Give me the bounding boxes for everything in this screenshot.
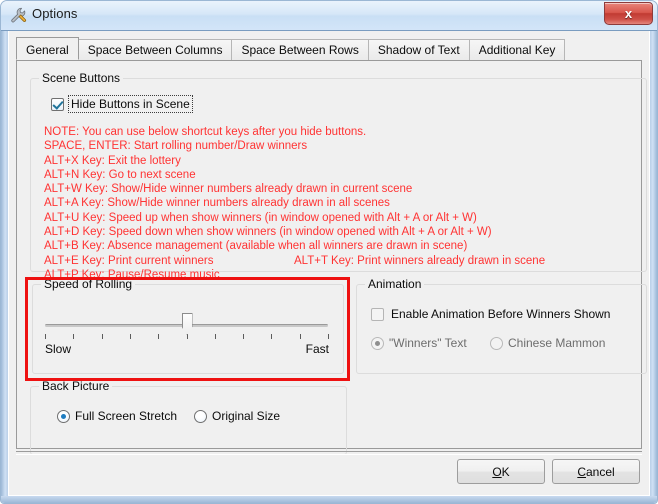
back-picture-original-size-label: Original Size xyxy=(212,409,281,423)
shortcut-line: ALT+X Key: Exit the lottery xyxy=(44,154,640,168)
ok-rest: K xyxy=(501,464,510,479)
ok-accel: O xyxy=(492,464,502,479)
cancel-accel: C xyxy=(577,464,586,479)
tab-shadow-of-text[interactable]: Shadow of Text xyxy=(367,39,470,60)
slider-min-label: Slow xyxy=(45,342,72,356)
shortcut-line-text: ALT+E Key: Print current winners xyxy=(44,254,214,267)
animation-option-winners-text-row[interactable]: "Winners" Text xyxy=(371,336,467,350)
cancel-button-label: Cancel xyxy=(577,465,614,479)
cancel-button[interactable]: Cancel xyxy=(552,459,640,484)
shortcut-line-secondary: ALT+T Key: Print winners already drawn i… xyxy=(294,254,546,267)
group-speed-of-rolling: Speed of Rolling Slow Fast xyxy=(32,277,344,374)
hide-buttons-in-scene-checkbox-row[interactable]: Hide Buttons in Scene xyxy=(51,95,193,113)
tab-panel-general: Scene Buttons Hide Buttons in Scene NOTE… xyxy=(16,60,647,455)
slider-thumb[interactable] xyxy=(181,313,193,335)
enable-animation-label: Enable Animation Before Winners Shown xyxy=(391,307,611,321)
slider-tick xyxy=(101,334,103,339)
slider-tick xyxy=(73,334,75,339)
tab-label: General xyxy=(26,43,69,57)
group-scene-buttons: Scene Buttons Hide Buttons in Scene NOTE… xyxy=(30,71,647,281)
window-frame-bottom xyxy=(1,496,657,503)
back-picture-full-screen-stretch-radio[interactable] xyxy=(57,409,70,423)
group-back-picture: Back Picture Full Screen Stretch Origina… xyxy=(30,379,347,455)
close-button[interactable]: x xyxy=(604,2,653,25)
animation-option-winners-text-radio[interactable] xyxy=(371,336,384,350)
shortcut-line: ALT+B Key: Absence management (available… xyxy=(44,239,640,253)
slider-tick xyxy=(299,334,301,339)
group-back-picture-title: Back Picture xyxy=(39,379,113,393)
shortcut-line-text: ALT+W Key: Show/Hide winner numbers alre… xyxy=(44,183,413,196)
animation-option-winners-text-label: "Winners" Text xyxy=(389,336,467,350)
shortcut-line-text: NOTE: You can use below shortcut keys af… xyxy=(44,126,367,138)
cancel-rest: ancel xyxy=(585,464,615,479)
tab-space-between-columns[interactable]: Space Between Columns xyxy=(77,39,233,60)
back-picture-original-size-row[interactable]: Original Size xyxy=(194,409,280,423)
slider-tick xyxy=(129,334,131,339)
window-frame-left xyxy=(1,30,8,503)
wrench-icon xyxy=(10,7,27,24)
animation-option-chinese-mammon-row[interactable]: Chinese Mammon xyxy=(490,336,605,350)
group-speed-of-rolling-title: Speed of Rolling xyxy=(41,277,136,291)
tab-additional-key[interactable]: Additional Key xyxy=(468,39,566,60)
tab-general[interactable]: General xyxy=(16,37,79,60)
animation-option-chinese-mammon-label: Chinese Mammon xyxy=(508,336,606,350)
shortcut-line: NOTE: You can use below shortcut keys af… xyxy=(44,125,640,139)
back-picture-original-size-radio[interactable] xyxy=(194,409,207,423)
slider-range-labels: Slow Fast xyxy=(45,342,329,356)
dialog-client-area: General Space Between Columns Space Betwee… xyxy=(8,31,650,496)
options-dialog-window: Options x General Space Between Columns Sp… xyxy=(0,0,658,504)
shortcut-line: ALT+U Key: Speed up when show winners (i… xyxy=(44,211,640,225)
slider-tick xyxy=(243,334,245,339)
tab-label: Additional Key xyxy=(478,43,556,57)
back-picture-full-screen-stretch-row[interactable]: Full Screen Stretch xyxy=(57,409,177,423)
group-animation: Animation Enable Animation Before Winner… xyxy=(356,277,647,374)
group-scene-buttons-title: Scene Buttons xyxy=(39,71,124,85)
tab-space-between-rows[interactable]: Space Between Rows xyxy=(231,39,369,60)
close-icon: x xyxy=(624,6,633,21)
footer-separator xyxy=(16,451,642,455)
tab-label: Shadow of Text xyxy=(377,43,460,57)
slider-tick xyxy=(158,334,160,339)
title-bar[interactable]: Options x xyxy=(1,1,657,31)
hide-buttons-in-scene-label: Hide Buttons in Scene xyxy=(68,95,193,113)
shortcut-line-text: ALT+A Key: Show/Hide winner numbers alre… xyxy=(44,197,390,210)
slider-tick-marks xyxy=(45,334,329,341)
slider-tick xyxy=(328,334,329,339)
slider-max-label: Fast xyxy=(305,342,329,356)
shortcut-line: ALT+W Key: Show/Hide winner numbers alre… xyxy=(44,182,640,196)
shortcut-line-text: ALT+D Key: Speed down when show winners … xyxy=(44,226,492,239)
animation-option-chinese-mammon-radio[interactable] xyxy=(490,336,503,350)
slider-tick xyxy=(271,334,273,339)
group-animation-title: Animation xyxy=(365,277,425,291)
ok-button-label: OK xyxy=(492,465,509,479)
tab-label: Space Between Columns xyxy=(87,43,223,57)
ok-button[interactable]: OK xyxy=(457,459,545,484)
back-picture-full-screen-stretch-label: Full Screen Stretch xyxy=(75,409,178,423)
shortcut-line-text: ALT+U Key: Speed up when show winners (i… xyxy=(44,211,477,224)
shortcut-line-text: SPACE, ENTER: Start rolling number/Draw … xyxy=(44,140,308,153)
window-title: Options xyxy=(32,6,78,21)
shortcut-line: ALT+N Key: Go to next scene xyxy=(44,168,640,182)
slider-tick xyxy=(214,334,216,339)
tab-label: Space Between Rows xyxy=(241,43,359,57)
shortcut-line-text: ALT+B Key: Absence management (available… xyxy=(44,240,468,253)
shortcut-line-text: ALT+N Key: Go to next scene xyxy=(44,168,196,181)
shortcut-line-text: ALT+X Key: Exit the lottery xyxy=(44,154,181,167)
shortcut-line: ALT+E Key: Print current winners ALT+T Ke… xyxy=(44,254,640,268)
shortcut-line: ALT+A Key: Show/Hide winner numbers alre… xyxy=(44,196,640,210)
slider-tick xyxy=(45,334,46,339)
shortcut-line: ALT+D Key: Speed down when show winners … xyxy=(44,225,640,239)
shortcut-line: SPACE, ENTER: Start rolling number/Draw … xyxy=(44,139,640,153)
enable-animation-checkbox[interactable] xyxy=(371,307,384,321)
hide-buttons-in-scene-checkbox[interactable] xyxy=(51,97,64,111)
enable-animation-checkbox-row[interactable]: Enable Animation Before Winners Shown xyxy=(371,306,612,322)
tab-strip: General Space Between Columns Space Betwee… xyxy=(16,37,642,61)
window-frame-right xyxy=(650,30,657,503)
shortcut-keys-note: NOTE: You can use below shortcut keys af… xyxy=(44,125,640,282)
